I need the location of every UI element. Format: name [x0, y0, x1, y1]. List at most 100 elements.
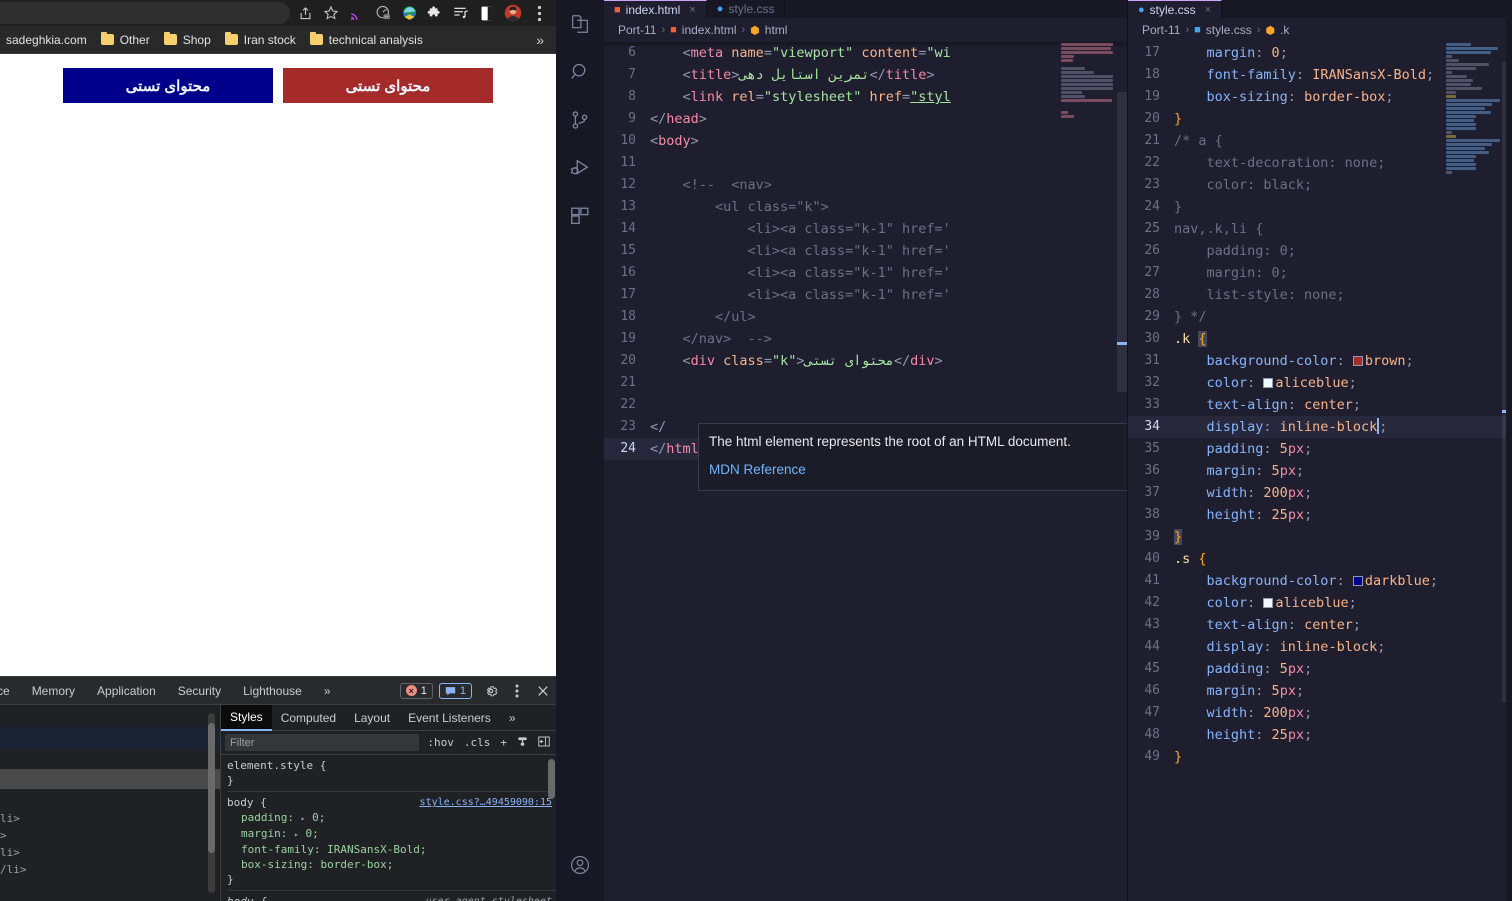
expand-triangle[interactable]: ▸	[294, 830, 299, 839]
code-line[interactable]: 9 </head>	[604, 108, 1127, 130]
style-rule[interactable]: element.style { }	[227, 758, 556, 788]
breadcrumb-project[interactable]: Port-11	[618, 23, 656, 37]
devtools-tab-memory[interactable]: Memory	[21, 677, 86, 705]
tab-layout[interactable]: Layout	[345, 705, 399, 731]
bookmark-item[interactable]: Other	[95, 31, 156, 49]
tab-styles[interactable]: Styles	[221, 705, 272, 731]
message-count-badge[interactable]: 1	[438, 682, 472, 699]
page-div-k[interactable]: محتوای تستی	[283, 68, 493, 103]
cls-toggle[interactable]: .cls	[462, 736, 493, 749]
code-line[interactable]: 14 <li><a class="k-1" href='	[604, 218, 1127, 240]
code-line[interactable]: 12 <!-- <nav>	[604, 174, 1127, 196]
speedometer-icon[interactable]	[370, 2, 396, 24]
plus-icon[interactable]: +	[498, 736, 509, 749]
extensions-puzzle-icon[interactable]	[422, 2, 448, 24]
code-line[interactable]: 18 </ul>	[604, 306, 1127, 328]
rule-declaration[interactable]: font-family: IRANSansX-Bold;	[227, 842, 556, 857]
dom-highlight-row[interactable]	[0, 769, 220, 789]
styles-tabs-overflow[interactable]: »	[500, 705, 525, 731]
code-editor-left[interactable]: 6 <meta name="viewport" content="wi 7 <ti…	[604, 42, 1127, 901]
mdn-reference-link[interactable]: MDN Reference	[709, 460, 1127, 480]
bookmark-item[interactable]: sadeghkia.com	[6, 31, 93, 49]
run-and-debug-icon[interactable]	[556, 144, 604, 192]
style-rule[interactable]: body { style.css?…49459090:15 padding: ▸…	[227, 795, 556, 887]
code-line[interactable]: 19 </nav> -->	[604, 328, 1127, 350]
error-count-badge[interactable]: × 1	[399, 682, 433, 699]
tab-computed[interactable]: Computed	[272, 705, 345, 731]
tab-index-html[interactable]: ■ index.html ×	[604, 0, 707, 18]
expand-triangle[interactable]: ▸	[301, 814, 306, 823]
code-line[interactable]: 11	[604, 152, 1127, 174]
bookmarks-overflow-button[interactable]: »	[530, 32, 550, 48]
dom-selected-row[interactable]	[0, 727, 220, 749]
rule-declaration[interactable]: padding: ▸ 0;	[227, 810, 556, 826]
dom-scrollbar[interactable]	[208, 713, 215, 893]
bookmark-item[interactable]: Iran stock	[219, 31, 302, 49]
kebab-menu-icon[interactable]	[504, 677, 530, 705]
panel-toggle-icon[interactable]	[536, 736, 552, 750]
code-line[interactable]: 8 <link rel="stylesheet" href="styl	[604, 86, 1127, 108]
search-icon[interactable]	[556, 48, 604, 96]
explorer-icon[interactable]	[556, 0, 604, 48]
minimap-right[interactable]	[1446, 42, 1502, 901]
color-swatch[interactable]	[1263, 598, 1274, 608]
devtools-tab-performance[interactable]: ce	[0, 677, 21, 705]
devtools-tab-lighthouse[interactable]: Lighthouse	[232, 677, 313, 705]
page-div-s[interactable]: محتوای تستی	[63, 68, 273, 103]
styles-scrollbar[interactable]	[548, 755, 555, 901]
devtools-tab-security[interactable]: Security	[167, 677, 232, 705]
chrome-menu-icon[interactable]	[526, 2, 552, 24]
media-playlist-icon[interactable]	[448, 2, 474, 24]
code-line[interactable]: 22	[604, 394, 1127, 416]
code-editor-right[interactable]: 17 margin: 0; 18 font-family: IRANSansX-B…	[1128, 42, 1512, 901]
editor-style-css: ● style.css × Port-11 › ■ style.css › ⬢ …	[1127, 0, 1512, 901]
breadcrumb-project[interactable]: Port-11	[1142, 23, 1180, 37]
code-line[interactable]: 17 <li><a class="k-1" href='	[604, 284, 1127, 306]
extensions-icon[interactable]	[556, 192, 604, 240]
color-swatch[interactable]	[1352, 576, 1363, 586]
rule-source-link[interactable]: style.css?…49459090:15	[420, 795, 552, 810]
paint-icon[interactable]	[515, 736, 530, 750]
close-icon[interactable]	[530, 677, 556, 705]
cast-icon[interactable]	[344, 2, 370, 24]
breadcrumb-symbol[interactable]: html	[765, 23, 788, 37]
bookmark-star-icon[interactable]	[318, 2, 344, 24]
code-line[interactable]: 16 <li><a class="k-1" href='	[604, 262, 1127, 284]
side-panel-icon[interactable]	[474, 2, 500, 24]
tab-event-listeners[interactable]: Event Listeners	[399, 705, 500, 731]
rule-declaration[interactable]: margin: ▸ 0;	[227, 826, 556, 842]
dom-tree-pane[interactable]: li> > li> /li>	[0, 705, 220, 901]
code-line[interactable]: 13 <ul class="k">	[604, 196, 1127, 218]
code-line[interactable]: 10 <body>	[604, 130, 1127, 152]
share-icon[interactable]	[292, 2, 318, 24]
hov-toggle[interactable]: :hov	[425, 736, 456, 749]
styles-filter-input[interactable]	[225, 734, 420, 751]
code-line[interactable]: 6 <meta name="viewport" content="wi	[604, 42, 1127, 64]
style-rule[interactable]: body { user agent stylesheet	[227, 894, 556, 901]
code-line[interactable]: 7 <title>تمرین استایل دهی</title>	[604, 64, 1127, 86]
tab-style-css[interactable]: ● style.css	[706, 0, 786, 18]
idm-download-icon[interactable]	[396, 2, 422, 24]
source-control-icon[interactable]	[556, 96, 604, 144]
code-line[interactable]: 21	[604, 372, 1127, 394]
devtools-tab-application[interactable]: Application	[86, 677, 167, 705]
breadcrumb-file[interactable]: style.css	[1206, 23, 1252, 37]
tab-style-css-active[interactable]: ● style.css ×	[1128, 0, 1223, 18]
bookmark-item[interactable]: Shop	[158, 31, 217, 49]
bookmark-item[interactable]: technical analysis	[304, 31, 429, 49]
close-icon[interactable]: ×	[1205, 4, 1211, 16]
color-swatch[interactable]	[1263, 378, 1274, 388]
gear-icon[interactable]	[478, 677, 504, 705]
close-icon[interactable]: ×	[689, 4, 695, 16]
account-icon[interactable]	[556, 841, 604, 889]
profile-avatar[interactable]	[500, 2, 526, 24]
breadcrumb-file[interactable]: index.html	[682, 23, 737, 37]
devtools-tabs-overflow[interactable]: »	[313, 677, 342, 705]
code-line[interactable]: 15 <li><a class="k-1" href='	[604, 240, 1127, 262]
omnibox-tail[interactable]	[0, 2, 290, 24]
color-swatch[interactable]	[1352, 356, 1363, 366]
breadcrumb-symbol[interactable]: .k	[1280, 23, 1289, 37]
rule-declaration[interactable]: box-sizing: border-box;	[227, 857, 556, 872]
code-line[interactable]: 20 <div class="k">محتوای تستی</div>	[604, 350, 1127, 372]
